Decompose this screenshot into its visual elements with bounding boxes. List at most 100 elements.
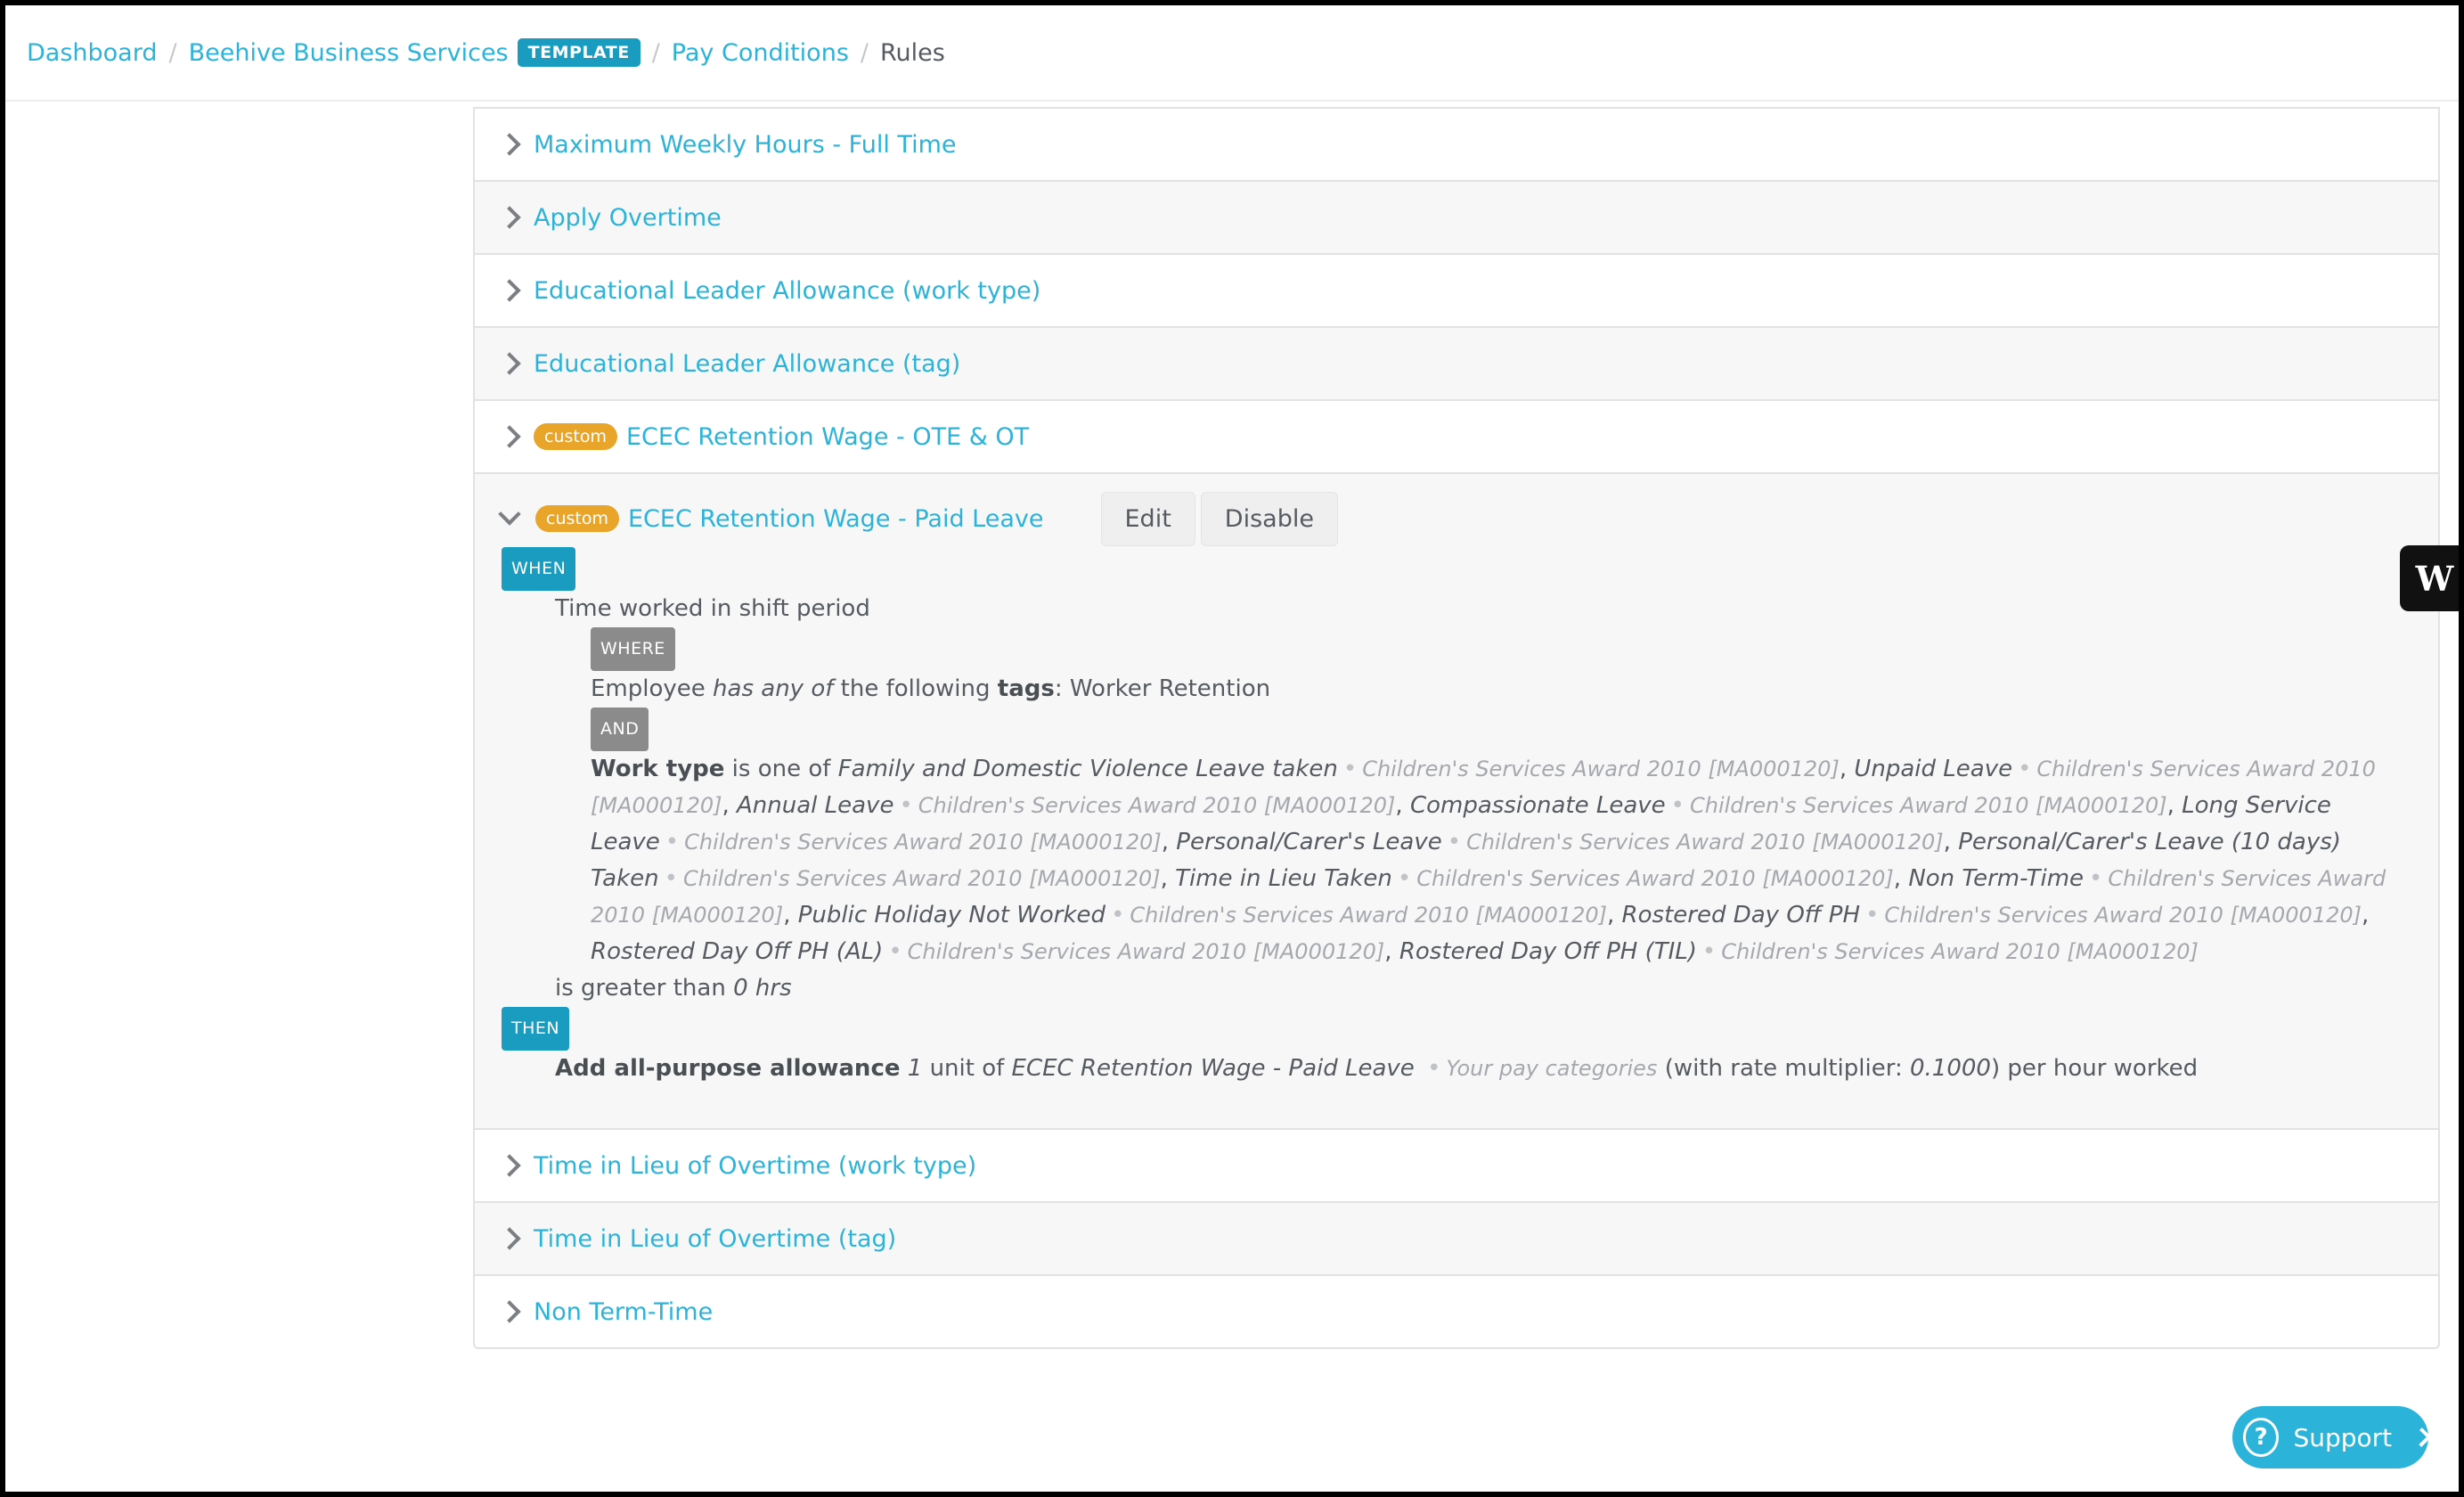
when-subject: Time worked in shift period	[555, 595, 870, 622]
rule-name[interactable]: Educational Leader Allowance (work type)	[534, 277, 1040, 305]
worktype-operator: is one of	[731, 756, 831, 782]
where-value: : Worker Retention	[1054, 675, 1271, 702]
worktype-award: Children's Services Award 2010 [MA000120…	[1416, 866, 1894, 891]
bullet-separator: •	[888, 938, 902, 965]
then-label: THEN	[502, 1007, 570, 1051]
support-label: Support	[2293, 1422, 2393, 1452]
then-section: THEN	[502, 1007, 2411, 1051]
chevron-right-icon	[498, 1154, 521, 1177]
and-section: AND	[591, 708, 2411, 751]
worktype-item: Public Holiday Not Worked	[797, 902, 1106, 928]
bullet-separator: •	[1670, 792, 1685, 819]
rule-row-time-in-lieu-tag[interactable]: Time in Lieu of Overtime (tag)	[475, 1201, 2438, 1274]
list-comma: ,	[1839, 756, 1855, 782]
bullet-separator: •	[665, 829, 680, 855]
breadcrumb-dashboard[interactable]: Dashboard	[27, 39, 157, 67]
breadcrumb-separator: /	[651, 38, 660, 67]
rule-name[interactable]: Non Term-Time	[534, 1298, 713, 1326]
bullet-separator: •	[2018, 756, 2032, 782]
where-operator: has any of	[713, 675, 834, 702]
rule-row-educational-leader-tag[interactable]: Educational Leader Allowance (tag)	[475, 326, 2438, 399]
list-comma: ,	[1893, 865, 1909, 892]
breadcrumb-current: Rules	[880, 38, 945, 67]
list-comma: ,	[1395, 792, 1410, 819]
multiplier-value: 0.1000	[1910, 1055, 1991, 1082]
chevron-right-icon	[498, 1227, 521, 1250]
rule-name[interactable]: Time in Lieu of Overtime (work type)	[534, 1152, 976, 1180]
condition-operator: is greater than	[555, 975, 726, 1002]
chevron-right-icon	[2411, 1427, 2432, 1447]
app-window: Dashboard / Beehive Business Services TE…	[5, 5, 2459, 1492]
bullet-separator: •	[1427, 1055, 1441, 1082]
worktype-item: Compassionate Leave	[1409, 792, 1666, 819]
worktype-item: Non Term-Time	[1908, 865, 2085, 892]
action-name: Add all-purpose allowance	[555, 1055, 901, 1082]
rule-actions: Edit Disable	[1100, 491, 1343, 546]
worktype-list: Family and Domestic Violence Leave taken…	[591, 756, 2386, 965]
support-button[interactable]: ? Support	[2232, 1406, 2432, 1468]
breadcrumb-separator: /	[168, 38, 177, 67]
rule-row-apply-overtime[interactable]: Apply Overtime	[475, 180, 2438, 253]
condition-comparison: is greater than 0 hrs	[555, 970, 2411, 1007]
rule-expanded-ecec-paid-leave: custom ECEC Retention Wage - Paid Leave …	[475, 472, 2438, 1128]
worktype-item: Rostered Day Off PH (AL)	[591, 938, 884, 965]
where-subject: Employee	[591, 675, 706, 702]
multiplier-suffix: ) per hour worked	[1990, 1055, 2199, 1082]
list-comma: ,	[783, 902, 798, 928]
list-comma: ,	[2166, 792, 2183, 819]
bullet-separator: •	[2089, 865, 2103, 892]
worktype-award: Children's Services Award 2010 [MA000120…	[682, 866, 1161, 891]
where-label: WHERE	[591, 627, 675, 671]
rule-row-ecec-ote-ot[interactable]: custom ECEC Retention Wage - OTE & OT	[475, 399, 2438, 472]
rule-name[interactable]: Time in Lieu of Overtime (tag)	[534, 1225, 896, 1253]
rule-name[interactable]: Maximum Weekly Hours - Full Time	[534, 131, 957, 159]
bullet-separator: •	[1111, 902, 1125, 928]
worktype-item: Annual Leave	[737, 792, 894, 819]
bullet-separator: •	[1342, 756, 1358, 782]
worktype-award: Children's Services Award 2010 [MA000120…	[1130, 903, 1608, 928]
where-mid: the following	[840, 675, 991, 702]
disable-button[interactable]: Disable	[1200, 491, 1338, 546]
breadcrumb-pay-conditions[interactable]: Pay Conditions	[672, 39, 849, 67]
worktype-award: Children's Services Award 2010 [MA000120…	[907, 939, 1385, 964]
chevron-right-icon	[498, 1300, 521, 1323]
then-action: Add all-purpose allowance 1 unit of ECEC…	[555, 1051, 2411, 1087]
bullet-separator: •	[899, 792, 913, 819]
rule-name[interactable]: ECEC Retention Wage - OTE & OT	[626, 423, 1029, 451]
rule-row-maximum-weekly-hours[interactable]: Maximum Weekly Hours - Full Time	[475, 107, 2438, 180]
breadcrumb-business[interactable]: Beehive Business Services	[189, 39, 509, 67]
when-section: WHEN	[502, 547, 2411, 591]
list-comma: ,	[722, 792, 737, 819]
rule-name[interactable]: Apply Overtime	[534, 204, 722, 232]
rule-row-educational-leader-work-type[interactable]: Educational Leader Allowance (work type)	[475, 253, 2438, 326]
list-comma: ,	[1384, 938, 1399, 965]
worktype-item: Personal/Carer's Leave	[1176, 829, 1442, 855]
side-widget-tab[interactable]: W	[2400, 545, 2459, 611]
rule-header: custom ECEC Retention Wage - Paid Leave …	[498, 491, 2411, 546]
list-comma: ,	[1161, 829, 1177, 855]
chevron-right-icon	[498, 425, 521, 448]
worktype-award: Children's Services Award 2010 [MA000120…	[1466, 830, 1944, 855]
chevron-right-icon	[498, 352, 521, 375]
worktype-award: Children's Services Award 2010 [MA000120…	[1884, 903, 2362, 928]
rule-name[interactable]: Educational Leader Allowance (tag)	[534, 350, 960, 378]
worktype-condition: Work type is one of Family and Domestic …	[591, 751, 2394, 970]
list-comma: ,	[2362, 902, 2370, 928]
worktype-item: Unpaid Leave	[1854, 756, 2013, 782]
chevron-down-icon[interactable]	[498, 503, 521, 526]
worktype-item: Rostered Day Off PH	[1621, 902, 1861, 928]
rule-row-time-in-lieu-work-type[interactable]: Time in Lieu of Overtime (work type)	[475, 1128, 2438, 1201]
rule-name[interactable]: ECEC Retention Wage - Paid Leave	[628, 505, 1044, 533]
template-badge: TEMPLATE	[517, 38, 640, 67]
worktype-award: Children's Services Award 2010 [MA000120…	[1362, 757, 1840, 781]
worktype-item: Time in Lieu Taken	[1175, 865, 1392, 892]
bullet-separator: •	[1447, 829, 1462, 855]
rule-row-non-term-time[interactable]: Non Term-Time	[475, 1274, 2438, 1347]
worktype-award: Children's Services Award 2010 [MA000120…	[1690, 793, 2167, 818]
help-icon: ?	[2243, 1418, 2280, 1457]
custom-badge: custom	[535, 505, 619, 532]
and-label: AND	[591, 708, 649, 751]
where-condition: Employee has any of the following tags: …	[591, 671, 2411, 708]
edit-button[interactable]: Edit	[1100, 491, 1195, 546]
worktype-key: Work type	[591, 756, 725, 782]
